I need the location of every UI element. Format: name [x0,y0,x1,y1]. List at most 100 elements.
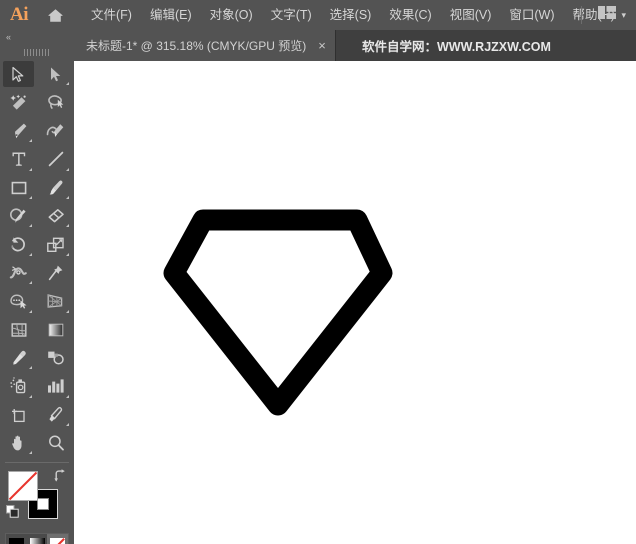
mesh-tool[interactable] [0,316,37,344]
color-controls-zone [0,467,74,544]
rotate-icon [9,236,28,254]
fill-stroke-controls [0,467,74,533]
tool-flyout-indicator [66,395,69,398]
toolbar-collapse-button[interactable]: « [0,30,74,44]
tool-flyout-indicator [66,168,69,171]
fill-none-slash-icon [8,471,38,501]
menu-file[interactable]: 文件(F) [82,0,141,30]
mode-controls [0,533,74,544]
shaper-icon [9,207,28,225]
pen-nib-icon [10,122,28,140]
color-mode-color[interactable] [6,534,27,544]
free-transform-pin-icon [46,264,65,282]
home-icon[interactable] [38,0,72,30]
menu-edit[interactable]: 编辑(E) [141,0,201,30]
direct-selection-tool[interactable] [37,60,74,88]
gradient-icon [47,321,65,339]
free-transform-tool[interactable] [37,259,74,287]
line-diagonal-icon [47,150,65,168]
type-T-icon [10,150,28,168]
rotate-tool[interactable] [0,230,37,258]
default-fill-stroke-icon[interactable] [6,505,19,518]
swap-fill-stroke-icon[interactable] [53,469,66,482]
menu-window[interactable]: 窗口(W) [500,0,563,30]
toolbar-separator [5,462,69,463]
workspace-switcher[interactable]: ▾ [592,3,632,27]
tool-row [0,88,74,116]
pen-tool[interactable] [0,117,37,145]
selection-tool[interactable] [0,60,37,88]
menu-type[interactable]: 文字(T) [262,0,321,30]
magic-wand-icon [10,94,28,112]
paintbrush-icon [47,179,65,197]
tool-flyout-indicator [66,423,69,426]
chevron-down-icon: ▾ [621,11,626,20]
scale-icon [46,236,65,254]
tool-flyout-indicator [29,281,32,284]
tool-row [0,117,74,145]
eyedropper-tool[interactable] [0,344,37,372]
menu-select[interactable]: 选择(S) [321,0,381,30]
lasso-tool[interactable] [37,88,74,116]
zoom-tool[interactable] [37,429,74,457]
hand-icon [10,434,28,452]
column-graph-tool[interactable] [37,372,74,400]
symbol-sprayer-tool[interactable] [0,372,37,400]
tool-row [0,401,74,429]
lasso-icon [46,94,65,112]
magnifier-icon [47,434,65,452]
width-tool[interactable] [0,259,37,287]
symbol-sprayer-icon [9,377,28,395]
curvature-tool[interactable] [37,117,74,145]
hand-tool[interactable] [0,429,37,457]
watermark-text: 软件自学网：WWW.RJZXW.COM [362,30,551,61]
type-tool[interactable] [0,145,37,173]
color-mode-none[interactable] [47,534,68,544]
tool-row [0,287,74,315]
artboard-icon [9,406,28,424]
document-tab[interactable]: 未标题-1* @ 315.18% (CMYK/GPU 预览) × [74,30,336,61]
paintbrush-tool[interactable] [37,174,74,202]
tool-flyout-indicator [66,310,69,313]
scale-tool[interactable] [37,230,74,258]
tool-flyout-indicator [29,310,32,313]
tool-flyout-indicator [66,224,69,227]
artboard-canvas[interactable] [74,61,636,544]
blend-tool[interactable] [37,344,74,372]
rectangle-tool[interactable] [0,174,37,202]
tool-row [0,202,74,230]
gem-outline-path[interactable] [174,220,382,405]
grip-dots-icon [24,49,50,56]
close-icon[interactable]: × [318,39,326,52]
line-segment-tool[interactable] [37,145,74,173]
tool-row [0,372,74,400]
toolbar-drag-grip[interactable] [0,44,74,60]
gem-diamond-outline[interactable] [74,61,636,544]
gradient-tool[interactable] [37,316,74,344]
blend-icon [46,349,65,367]
perspective-grid-icon [46,292,65,310]
eyedropper-icon [10,349,28,367]
fill-swatch[interactable] [8,471,38,501]
slice-tool[interactable] [37,401,74,429]
tool-flyout-indicator [29,451,32,454]
eraser-tool[interactable] [37,202,74,230]
document-tab-title: 未标题-1* @ 315.18% (CMYK/GPU 预览) [86,37,306,54]
tool-flyout-indicator [29,395,32,398]
slice-knife-icon [46,406,65,424]
menu-object[interactable]: 对象(O) [201,0,262,30]
menu-view[interactable]: 视图(V) [441,0,501,30]
color-mode-gradient[interactable] [27,534,48,544]
shape-builder-tool[interactable] [0,287,37,315]
tool-buttons [0,60,74,457]
magic-wand-tool[interactable] [0,88,37,116]
perspective-grid-tool[interactable] [37,287,74,315]
tool-flyout-indicator [66,253,69,256]
workspace-layout-icon [598,6,616,24]
menu-items: 文件(F) 编辑(E) 对象(O) 文字(T) 选择(S) 效果(C) 视图(V… [82,0,624,30]
artboard-tool[interactable] [0,401,37,429]
stroke-swatch-inner [37,498,49,510]
menu-effect[interactable]: 效果(C) [380,0,440,30]
shaper-tool[interactable] [0,202,37,230]
tool-flyout-indicator [29,139,32,142]
